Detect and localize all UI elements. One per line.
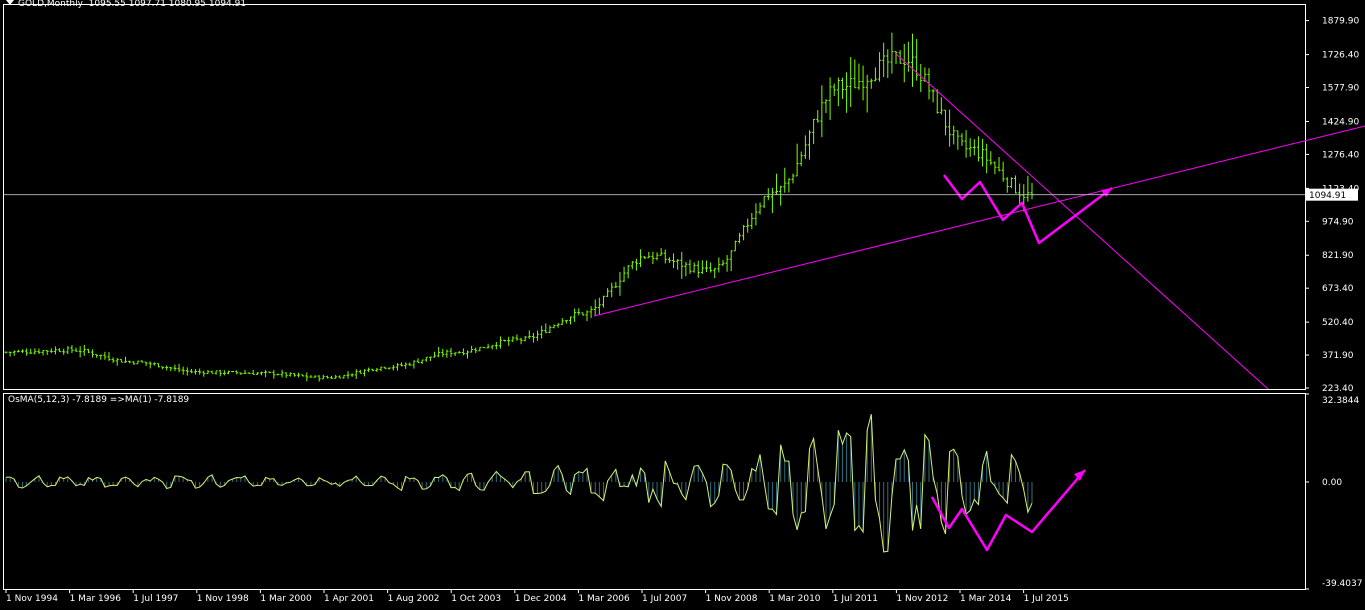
time-tick-label: 1 Aug 2002 <box>388 594 440 604</box>
price-axis: 1879.901726.401577.901424.901276.401123.… <box>4 17 1359 394</box>
indicator-panel <box>3 393 1306 590</box>
indicator-tick-label: 32.3844 <box>1322 396 1359 406</box>
current-price-label: 1094.91 <box>1309 191 1346 201</box>
dropdown-triangle-icon[interactable] <box>6 0 14 5</box>
price-tick-label: 974.90 <box>1322 217 1354 227</box>
time-tick-label: 1 Jul 2015 <box>1024 594 1069 604</box>
chart-title: GOLD,Monthly 1095.55 1097.71 1080.95 109… <box>6 0 246 10</box>
price-tick-label: 821.90 <box>1322 251 1354 261</box>
osma-histogram <box>5 414 1033 552</box>
indicator-title: OsMA(5,12,3) -7.8189 =>MA(1) -7.8189 <box>8 395 190 405</box>
support-trendline <box>593 125 1365 317</box>
osma-line <box>5 414 1033 553</box>
time-tick-label: 1 Jul 2011 <box>833 594 878 604</box>
ohlc-values: 1095.55 1097.71 1080.95 1094.91 <box>88 0 247 9</box>
time-tick-label: 1 Jul 1997 <box>133 594 178 604</box>
time-tick-label: 1 Nov 1994 <box>6 594 58 604</box>
time-tick-label: 1 Nov 2012 <box>896 594 948 604</box>
price-bars <box>4 32 1034 382</box>
resistance-trendline <box>894 52 1269 390</box>
price-tick-label: 1726.40 <box>1322 51 1359 61</box>
drawing-objects[interactable] <box>593 52 1365 552</box>
forecast-path-osma <box>930 469 1086 552</box>
time-tick-label: 1 Nov 2008 <box>706 594 758 604</box>
time-tick-label: 1 Oct 2003 <box>451 594 501 604</box>
time-axis: 1 Nov 1994 1 Mar 1996 1 Jul 1997 1 Nov 1998… <box>5 589 1069 604</box>
price-tick-label: 1424.90 <box>1322 117 1359 127</box>
time-tick-label: 1 Nov 1998 <box>197 594 249 604</box>
time-tick-label: 1 Dec 2004 <box>515 594 567 604</box>
chart-canvas[interactable]: 1879.901726.401577.901424.901276.401123.… <box>0 0 1365 606</box>
time-tick-label: 1 Mar 2014 <box>960 594 1012 604</box>
symbol-label: GOLD,Monthly <box>18 0 83 9</box>
price-tick-label: 1577.90 <box>1322 84 1359 94</box>
time-tick-label: 1 Mar 1996 <box>70 594 122 604</box>
osma-signal-line <box>5 414 1033 553</box>
time-tick-label: 1 Apr 2001 <box>324 594 374 604</box>
indicator-axis: 32.3844 0.00 -39.4037 <box>1305 393 1362 590</box>
time-tick-label: 1 Mar 2006 <box>578 594 630 604</box>
price-tick-label: 673.40 <box>1322 284 1354 294</box>
time-tick-label: 1 Jul 2007 <box>642 594 687 604</box>
price-tick-label: 1879.90 <box>1322 17 1359 27</box>
price-panel <box>3 4 1306 390</box>
price-tick-label: 520.40 <box>1322 318 1354 328</box>
price-tick-label: 223.40 <box>1322 384 1354 394</box>
time-tick-label: 1 Mar 2010 <box>769 594 821 604</box>
indicator-tick-label: 0.00 <box>1322 478 1342 488</box>
chart-window[interactable]: 1879.901726.401577.901424.901276.401123.… <box>0 0 1365 606</box>
price-tick-label: 371.90 <box>1322 351 1354 361</box>
time-tick-label: 1 Mar 2000 <box>260 594 312 604</box>
indicator-tick-label: -39.4037 <box>1322 579 1362 589</box>
price-tick-label: 1276.40 <box>1322 150 1359 160</box>
